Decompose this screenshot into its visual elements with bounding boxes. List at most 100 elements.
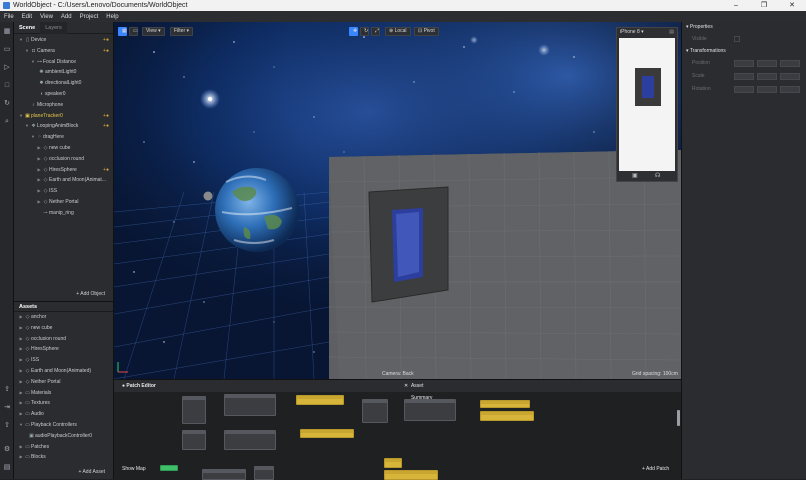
- minimize-button[interactable]: –: [722, 0, 750, 11]
- menu-project[interactable]: Project: [76, 14, 103, 20]
- add-asset-button[interactable]: + Add Asset: [78, 469, 105, 475]
- camera-switch-icon[interactable]: ▣: [632, 172, 638, 179]
- rotate-tool-icon[interactable]: ↻: [360, 27, 369, 36]
- scene-item-hires-sphere[interactable]: ▶ ◇ HiresSphere +●: [14, 165, 113, 176]
- asset-item[interactable]: ▶ ◇ ISS: [14, 355, 113, 366]
- show-map-button[interactable]: Show Map: [122, 466, 146, 472]
- patch-node[interactable]: [480, 400, 530, 408]
- patch-node[interactable]: [362, 399, 388, 423]
- patch-node[interactable]: [202, 469, 246, 480]
- scene-item-directional-light[interactable]: ✹directionalLight0: [14, 78, 113, 89]
- tab-layers[interactable]: Layers: [40, 21, 67, 34]
- patch-editor-title[interactable]: ● Patch Editor: [122, 380, 156, 392]
- scene-item-plane-tracker[interactable]: ▼ ▣planeTracker0 +●: [14, 111, 113, 122]
- position-fields[interactable]: [734, 60, 800, 67]
- add-item-marker[interactable]: +●: [103, 111, 109, 122]
- close-button[interactable]: ✕: [778, 0, 806, 11]
- scene-item-earth-and-moon[interactable]: ▶ ◇ Earth and Moon(Animat...: [14, 175, 113, 186]
- pivot-toggle[interactable]: ⊡ Pivot: [414, 27, 439, 36]
- asset-folder[interactable]: ▼ ▭Playback Controllers: [14, 420, 113, 431]
- scene-item-speaker[interactable]: ◖ speaker0: [14, 89, 113, 100]
- asset-item[interactable]: ▶ ◇ Nether Portal: [14, 377, 113, 388]
- patch-scrollbar[interactable]: [677, 410, 680, 426]
- transformations-header[interactable]: ▾ Transformations: [682, 46, 806, 57]
- menu-edit[interactable]: Edit: [18, 14, 36, 20]
- search-icon[interactable]: ⌕: [3, 118, 11, 126]
- asset-folder[interactable]: ▶ ▭Audio: [14, 409, 113, 420]
- scene-item-occlusion-round[interactable]: ▶ ◇ occlusion round: [14, 154, 113, 165]
- scene-item-ambient-light[interactable]: ✺ambientLight0: [14, 67, 113, 78]
- share-icon[interactable]: ⇧: [3, 422, 11, 430]
- patch-node[interactable]: [182, 396, 206, 424]
- scene-item-looping-anim-block[interactable]: ▼ ❖LoopingAnimBlock +●: [14, 121, 113, 132]
- patch-node[interactable]: [384, 458, 402, 468]
- device-selector[interactable]: iPhone 8 ▾ ▤: [617, 28, 677, 37]
- menu-add[interactable]: Add: [57, 14, 76, 20]
- asset-summary-tab[interactable]: ✕ Asset Summary: [404, 380, 432, 401]
- maximize-button[interactable]: ❐: [750, 0, 778, 11]
- patch-node[interactable]: [224, 394, 276, 416]
- scene-item-device[interactable]: ▼ ▯ Device +●: [14, 35, 113, 46]
- add-item-marker[interactable]: +●: [103, 35, 109, 46]
- asset-folder[interactable]: ▶ ▭Textures: [14, 398, 113, 409]
- menu-help[interactable]: Help: [102, 14, 122, 20]
- patch-node[interactable]: [224, 430, 276, 450]
- patch-node[interactable]: [254, 466, 274, 480]
- preview-settings-icon[interactable]: ☊: [655, 172, 660, 179]
- export-icon[interactable]: ⇥: [3, 404, 11, 412]
- tab-scene[interactable]: Scene: [14, 25, 40, 31]
- asset-folder[interactable]: ▶ ▭Patches: [14, 442, 113, 453]
- patch-node[interactable]: [296, 395, 344, 405]
- scene-item-drag-here[interactable]: ▼ ⁘dragHere: [14, 132, 113, 143]
- patch-node[interactable]: [480, 411, 534, 421]
- restart-icon[interactable]: ↻: [3, 100, 11, 108]
- layout-icon[interactable]: ▦: [3, 28, 11, 36]
- add-item-marker[interactable]: +●: [103, 46, 109, 57]
- properties-header[interactable]: ▾ Properties: [682, 22, 806, 33]
- grid-view-icon[interactable]: ▦: [118, 27, 127, 36]
- add-item-marker[interactable]: +●: [103, 121, 109, 132]
- scene-item-nether-portal[interactable]: ▶ ◇ Nether Portal: [14, 197, 113, 208]
- asset-folder[interactable]: ▶ ▭Materials: [14, 388, 113, 399]
- rotation-fields[interactable]: [734, 86, 800, 93]
- patch-node[interactable]: [404, 399, 456, 421]
- view-dropdown[interactable]: View ▾: [142, 27, 165, 36]
- play-icon[interactable]: ▷: [3, 64, 11, 72]
- scale-tool-icon[interactable]: ⤢: [371, 27, 380, 36]
- add-object-button[interactable]: + Add Object: [76, 291, 105, 297]
- scene-item-new-cube[interactable]: ▶ ◇ new cube: [14, 143, 113, 154]
- preview-menu-icon[interactable]: ▤: [669, 28, 674, 37]
- scene-item-microphone[interactable]: ♁ Microphone: [14, 100, 113, 111]
- add-patch-button[interactable]: + Add Patch: [642, 466, 669, 472]
- asset-item[interactable]: ▶ ◇ anchor: [14, 312, 113, 323]
- asset-item[interactable]: ▶ ◇ new cube: [14, 323, 113, 334]
- scene-item-iss[interactable]: ▶ ◇ ISS: [14, 186, 113, 197]
- scene-item-camera[interactable]: ▼ ◘ Camera +●: [14, 46, 113, 57]
- stop-icon[interactable]: □: [3, 82, 11, 90]
- local-toggle[interactable]: ⊕ Local: [385, 27, 411, 36]
- visible-checkbox[interactable]: [734, 36, 740, 42]
- scene-item-focal-distance[interactable]: ▼ ⊶Focal Distance: [14, 57, 113, 68]
- settings-icon[interactable]: ⚙: [3, 446, 11, 454]
- list-view-icon[interactable]: ▭: [129, 27, 138, 36]
- patch-node[interactable]: [182, 430, 206, 450]
- menu-file[interactable]: File: [0, 14, 18, 20]
- filter-dropdown[interactable]: Filter ▾: [170, 27, 194, 36]
- patch-node[interactable]: [160, 465, 178, 471]
- menu-view[interactable]: View: [36, 14, 57, 20]
- patch-editor[interactable]: ● Patch Editor ✕ Asset Summary Show Map …: [114, 379, 681, 480]
- asset-item[interactable]: ▶ ◇ occlusion round: [14, 334, 113, 345]
- add-item-marker[interactable]: +●: [103, 165, 109, 176]
- upload-icon[interactable]: ⇪: [3, 386, 11, 394]
- scene-item-manip-ring[interactable]: ⊸manip_ring: [14, 208, 113, 219]
- patch-node[interactable]: [300, 429, 354, 438]
- asset-item[interactable]: ▶ ◇ HiresSphere: [14, 344, 113, 355]
- video-icon[interactable]: ▭: [3, 46, 11, 54]
- move-tool-icon[interactable]: ✥: [349, 27, 358, 36]
- asset-item[interactable]: ▣audioPlaybackController0: [14, 431, 113, 442]
- device-preview[interactable]: iPhone 8 ▾ ▤ ▣ ☊: [616, 27, 678, 182]
- asset-item[interactable]: ▶ ◇ Earth and Moon(Animated): [14, 366, 113, 377]
- scale-fields[interactable]: [734, 73, 800, 80]
- asset-folder[interactable]: ▶ ▭Blocks: [14, 452, 113, 463]
- feedback-icon[interactable]: ▤: [3, 464, 11, 472]
